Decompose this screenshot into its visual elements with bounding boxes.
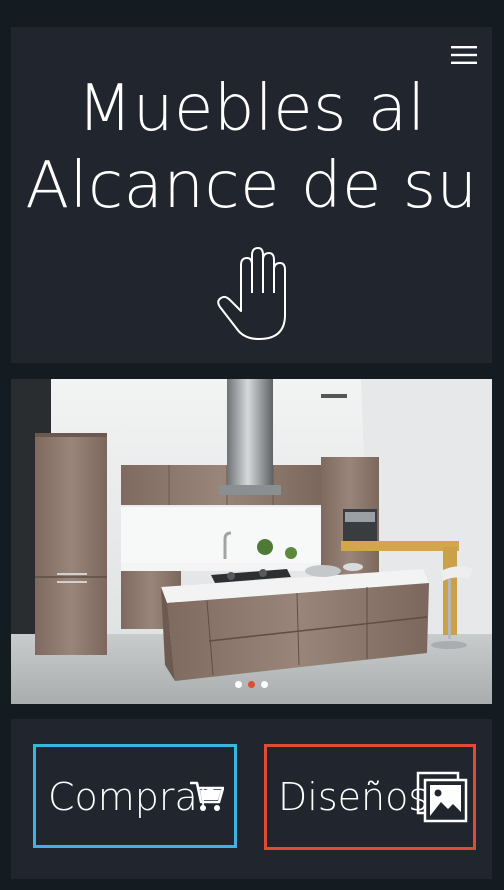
menu-button[interactable]	[449, 43, 479, 67]
kitchen-carousel[interactable]	[11, 379, 492, 704]
carousel-indicators	[11, 681, 492, 688]
designs-button-label: Diseños	[278, 775, 429, 819]
hand-icon	[217, 247, 286, 340]
hero-title-line-2: Alcance de su	[25, 149, 478, 223]
carousel-dot-1[interactable]	[235, 681, 242, 688]
buy-button-label: Comprar	[48, 775, 214, 819]
carousel-dot-3[interactable]	[261, 681, 268, 688]
hero-title: Muebles al Alcance de su	[11, 71, 492, 225]
actions-panel: Comprar Diseños	[11, 719, 492, 879]
hero-panel: Muebles al Alcance de su	[11, 27, 492, 363]
buy-button[interactable]: Comprar	[33, 744, 237, 848]
hamburger-menu-icon	[451, 46, 477, 64]
kitchen-photo	[11, 379, 492, 704]
carousel-dot-2[interactable]	[248, 681, 255, 688]
hero-title-line-1: Muebles al	[77, 72, 426, 146]
designs-button[interactable]: Diseños	[264, 744, 476, 850]
gallery-icon	[416, 771, 468, 823]
shopping-cart-icon	[190, 781, 224, 811]
